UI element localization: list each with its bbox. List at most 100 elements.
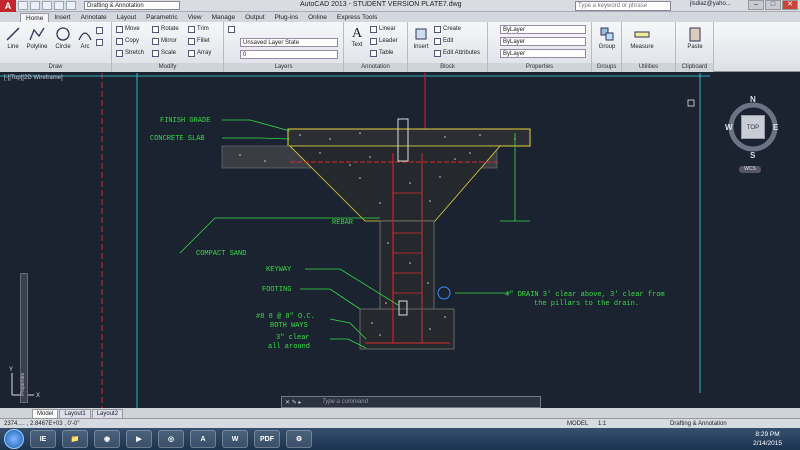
tab-express-tools[interactable]: Express Tools (332, 13, 382, 22)
rotate-button[interactable]: Rotate (152, 24, 179, 35)
group-button[interactable]: Group (595, 24, 619, 60)
tab-layout2[interactable]: Layout2 (91, 408, 124, 418)
stretch-button[interactable]: Stretch (116, 48, 144, 59)
tab-model[interactable]: Model (32, 408, 59, 418)
tab-view[interactable]: View (183, 13, 207, 22)
leader-button[interactable]: Leader (370, 36, 398, 47)
label-concrete-slab[interactable]: CONCRETE SLAB (150, 135, 205, 143)
linear-dimension-button[interactable]: Linear (370, 24, 396, 35)
viewcube-top-face[interactable]: TOP (741, 115, 765, 139)
table-button[interactable]: Table (370, 48, 393, 59)
viewcube-west[interactable]: W (725, 123, 733, 132)
create-block-button[interactable]: Create (434, 24, 461, 35)
viewcube-east[interactable]: E (773, 123, 778, 132)
cad-drawing[interactable]: FINISH GRADE CONCRETE SLAB REBAR COMPACT… (0, 73, 800, 408)
clipboard-panel-title[interactable]: Clipboard (676, 63, 713, 72)
tab-manage[interactable]: Manage (207, 13, 241, 22)
mirror-button[interactable]: Mirror (152, 36, 177, 47)
drawing-canvas[interactable]: FINISH GRADE CONCRETE SLAB REBAR COMPACT… (0, 73, 800, 408)
autocad-logo-icon[interactable]: A (0, 0, 16, 12)
command-line-buttons[interactable]: ✕ ✎ ▸ (282, 399, 322, 406)
annotation-panel-title[interactable]: Annotation (344, 63, 407, 72)
tab-online[interactable]: Online (303, 13, 332, 22)
draw-panel-title[interactable]: Draw (0, 63, 111, 72)
label-finish-grade[interactable]: FINISH GRADE (160, 117, 210, 125)
maximize-button[interactable]: □ (765, 0, 781, 10)
paste-button[interactable]: Paste (682, 24, 708, 60)
current-layer-select[interactable]: 0 (240, 50, 338, 59)
properties-panel-title[interactable]: Properties (488, 63, 591, 72)
tab-parametric[interactable]: Parametric (141, 13, 182, 22)
tab-layout[interactable]: Layout (112, 13, 142, 22)
label-clear-1[interactable]: 3" clear (276, 334, 310, 342)
file-explorer-icon[interactable]: 📁 (62, 430, 88, 448)
measure-button[interactable]: Measure (626, 24, 658, 60)
arc-button[interactable]: Arc (74, 24, 96, 60)
line-button[interactable]: Line (2, 24, 24, 60)
save-icon[interactable] (42, 1, 52, 10)
groups-panel-title[interactable]: Groups (592, 63, 621, 72)
insert-button[interactable]: Insert (410, 24, 432, 60)
internet-explorer-icon[interactable]: IE (30, 430, 56, 448)
label-keyway[interactable]: KEYWAY (266, 266, 292, 274)
wcs-menu[interactable]: WCS (739, 166, 761, 173)
command-line[interactable]: ✕ ✎ ▸ Type a command (281, 396, 541, 408)
layer-properties-button[interactable] (228, 24, 237, 35)
label-drain-1[interactable]: 4" DRAIN 3' clear above, 3' clear from (505, 291, 665, 299)
search-input[interactable]: Type a keyword or phrase (575, 1, 671, 11)
block-panel-title[interactable]: Block (408, 63, 487, 72)
undo-icon[interactable] (54, 1, 64, 10)
word-icon[interactable]: W (222, 430, 248, 448)
label-drain-2[interactable]: the pillars to the drain. (534, 300, 639, 308)
edit-block-button[interactable]: Edit (434, 36, 453, 47)
tab-plug-ins[interactable]: Plug-ins (270, 13, 303, 22)
redo-icon[interactable] (66, 1, 76, 10)
label-footing[interactable]: FOOTING (262, 286, 291, 294)
lineweight-select[interactable]: ByLayer (500, 49, 586, 58)
layer-state-select[interactable]: Unsaved Layer State (240, 38, 338, 47)
media-player-icon[interactable]: ▶ (126, 430, 152, 448)
color-select[interactable]: ByLayer (500, 25, 586, 34)
viewcube-south[interactable]: S (750, 151, 755, 160)
label-clear-2[interactable]: all around (268, 343, 310, 351)
fillet-button[interactable]: Fillet (188, 36, 210, 47)
open-icon[interactable] (30, 1, 40, 10)
autocad-taskbar-icon[interactable]: A (190, 430, 216, 448)
label-rebar[interactable]: REBAR (332, 219, 354, 227)
rectangle-button[interactable] (96, 25, 105, 36)
tab-layout1[interactable]: Layout1 (59, 408, 91, 418)
new-icon[interactable] (18, 1, 28, 10)
linetype-select[interactable]: ByLayer (500, 37, 586, 46)
copy-button[interactable]: Copy (116, 36, 139, 47)
picasa-icon[interactable]: ◎ (158, 430, 184, 448)
minimize-button[interactable]: – (748, 0, 764, 10)
tab-output[interactable]: Output (240, 13, 270, 22)
move-button[interactable]: Move (116, 24, 140, 35)
edit-attributes-button[interactable]: Edit Attributes (434, 48, 480, 59)
trim-button[interactable]: Trim (188, 24, 209, 35)
close-button[interactable]: ✕ (782, 0, 798, 10)
text-button[interactable]: A Text (346, 24, 368, 60)
tab-home[interactable]: Home (20, 13, 50, 22)
label-rebar-spec-1[interactable]: #8 8 @ 8" O.C. (256, 313, 315, 321)
system-clock[interactable]: 8:29 PM 2/14/2015 (753, 430, 782, 448)
polyline-button[interactable]: Polyline (24, 24, 50, 60)
pdf-reader-icon[interactable]: PDF (254, 430, 280, 448)
user-account[interactable]: jlsdiaz@yaho... (690, 1, 731, 7)
viewport-controls[interactable]: [-][Top][2D Wireframe] (4, 75, 63, 81)
command-input[interactable]: Type a command (322, 399, 368, 405)
tab-insert[interactable]: Insert (49, 13, 75, 22)
circle-button[interactable]: Circle (52, 24, 74, 60)
modify-panel-title[interactable]: Modify (112, 63, 223, 72)
workspace-select[interactable]: Drafting & Annotation (84, 1, 180, 10)
tab-annotate[interactable]: Annotate (76, 13, 112, 22)
hatch-button[interactable] (96, 37, 105, 48)
start-button[interactable] (4, 429, 24, 449)
utilities-panel-title[interactable]: Utilities (622, 63, 675, 72)
array-button[interactable]: Array (188, 48, 211, 59)
viewcube[interactable]: N S E W TOP WCS (725, 93, 781, 173)
settings-icon[interactable]: ⚙ (286, 430, 312, 448)
label-rebar-spec-2[interactable]: BOTH WAYS (270, 322, 308, 330)
chrome-icon[interactable]: ◉ (94, 430, 120, 448)
viewcube-north[interactable]: N (750, 95, 756, 104)
